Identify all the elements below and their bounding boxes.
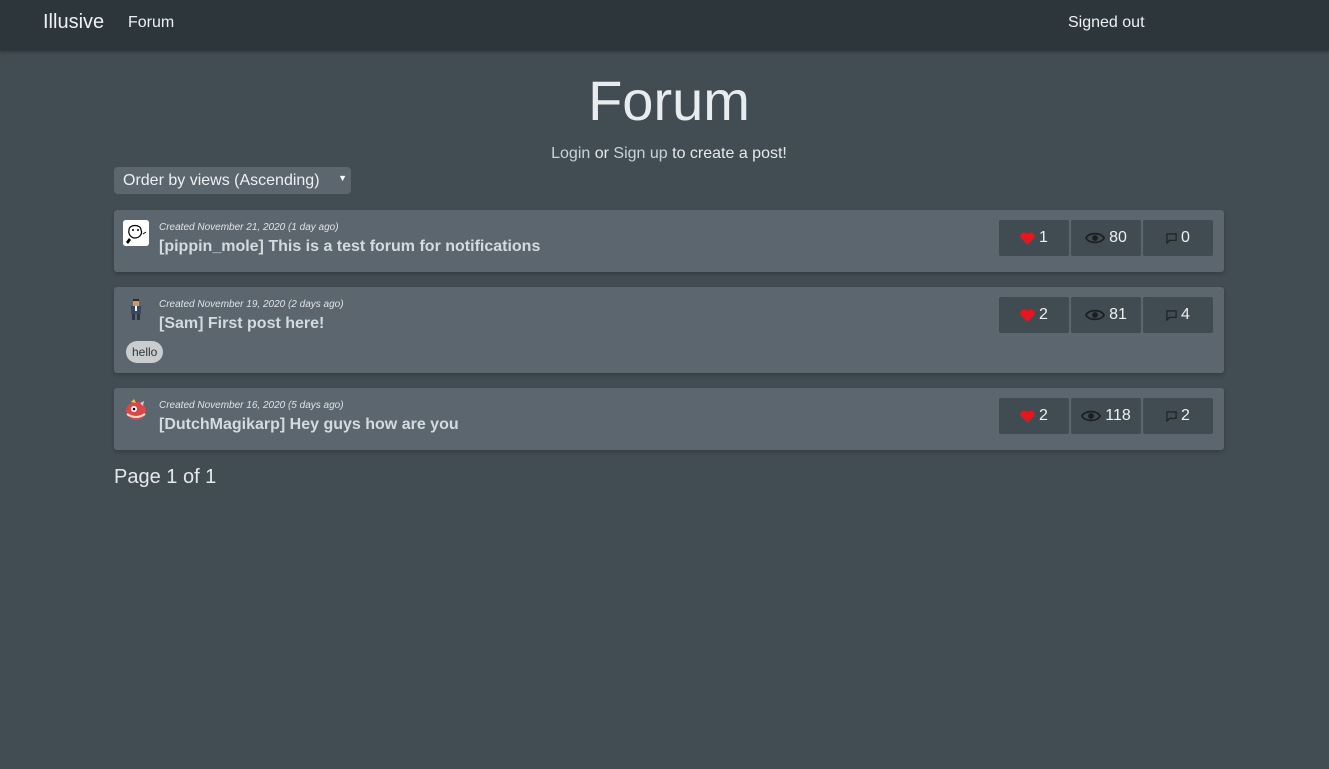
signed-out-status: Signed out (1068, 14, 1145, 31)
views-stat: 81 (1071, 297, 1141, 333)
magikarp-avatar-icon (126, 399, 146, 420)
order-select-value: Order by views (Ascending) (123, 172, 320, 189)
sam-avatar-icon (131, 299, 141, 320)
comment-count: 2 (1181, 407, 1190, 424)
comments-button[interactable]: 4 (1143, 297, 1213, 333)
eye-icon (1085, 232, 1106, 244)
heart-icon (1020, 410, 1035, 423)
like-button[interactable]: 1 (999, 220, 1069, 256)
comment-icon (1166, 410, 1177, 422)
comment-icon (1166, 232, 1177, 244)
views-stat: 118 (1071, 398, 1141, 434)
comments-button[interactable]: 0 (1143, 220, 1213, 256)
mole-avatar-icon (123, 220, 149, 246)
navbar: Illusive Forum Signed out (0, 0, 1329, 51)
post-title-link[interactable]: [Sam] First post here! (159, 315, 324, 333)
comments-button[interactable]: 2 (1143, 398, 1213, 434)
login-link[interactable]: Login (551, 145, 590, 162)
post-tag[interactable]: hello (126, 341, 164, 363)
post-card[interactable]: Created November 21, 2020 (1 day ago) [p… (114, 210, 1224, 272)
like-count: 2 (1039, 306, 1048, 323)
signup-link[interactable]: Sign up (613, 145, 667, 162)
heart-icon (1020, 309, 1035, 322)
heart-icon (1020, 232, 1035, 245)
auth-or-text: or (590, 145, 614, 162)
views-stat: 80 (1071, 220, 1141, 256)
post-card[interactable]: Created November 19, 2020 (2 days ago) [… (114, 287, 1224, 373)
like-count: 1 (1039, 229, 1048, 246)
post-title-link[interactable]: [DutchMagikarp] Hey guys how are you (159, 416, 459, 434)
avatar (123, 297, 149, 323)
main-container: Forum Login or Sign up to create a post!… (114, 51, 1224, 488)
view-count: 118 (1105, 407, 1131, 424)
avatar (123, 398, 149, 424)
view-count: 81 (1109, 306, 1127, 323)
eye-icon (1081, 410, 1102, 422)
comment-count: 4 (1181, 306, 1190, 323)
post-card[interactable]: Created November 16, 2020 (5 days ago) [… (114, 388, 1224, 450)
auth-suffix-text: to create a post! (667, 145, 787, 162)
order-select[interactable]: Order by views (Ascending) ▼ (114, 167, 351, 194)
dropdown-caret-icon: ▼ (338, 173, 347, 183)
post-title-link[interactable]: [pippin_mole] This is a test forum for n… (159, 238, 540, 256)
post-created-date: Created November 19, 2020 (2 days ago) (159, 299, 344, 310)
like-count: 2 (1039, 407, 1048, 424)
view-count: 80 (1109, 229, 1127, 246)
brand-link[interactable]: Illusive (43, 11, 104, 34)
post-created-date: Created November 16, 2020 (5 days ago) (159, 400, 344, 411)
auth-prompt: Login or Sign up to create a post! (114, 145, 1224, 163)
nav-forum-link[interactable]: Forum (128, 14, 174, 32)
comment-icon (1166, 309, 1177, 321)
pagination-label: Page 1 of 1 (114, 466, 217, 488)
page-title: Forum (588, 69, 750, 132)
like-button[interactable]: 2 (999, 297, 1069, 333)
avatar (123, 220, 149, 246)
comment-count: 0 (1181, 229, 1190, 246)
like-button[interactable]: 2 (999, 398, 1069, 434)
eye-icon (1085, 309, 1106, 321)
post-created-date: Created November 21, 2020 (1 day ago) (159, 222, 339, 233)
